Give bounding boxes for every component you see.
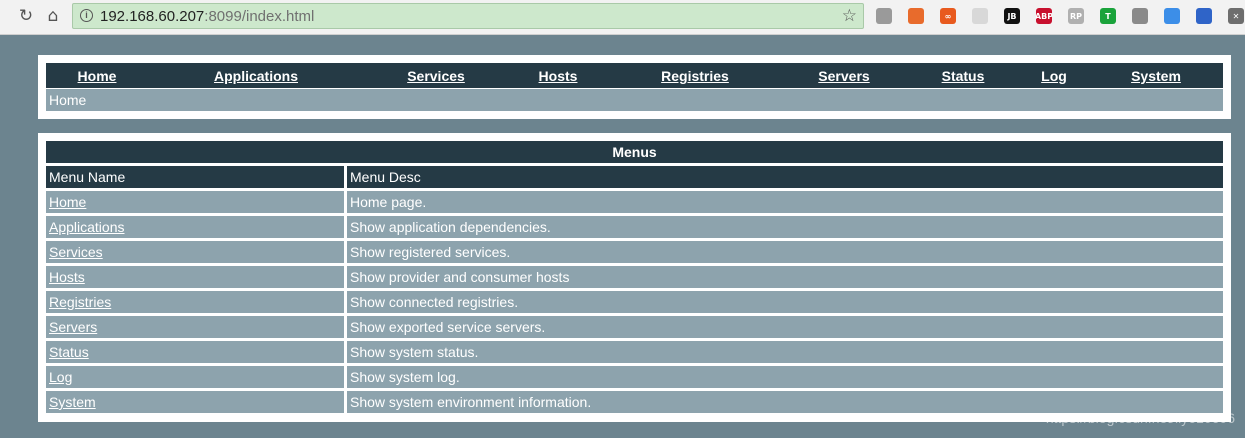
menu-desc-cell: Show provider and consumer hosts [347,266,1223,291]
header-menu-desc: Menu Desc [347,166,1223,191]
nav-link-hosts[interactable]: Hosts [539,68,578,84]
menu-name-cell: System [46,391,347,413]
nav-link-applications[interactable]: Applications [214,68,298,84]
menu-name-cell: Log [46,366,347,391]
menu-name-cell: Hosts [46,266,347,291]
infinity-extension-icon[interactable]: ∞ [940,8,956,24]
menus-panel: Menus Menu Name Menu Desc Home Home page.… [38,133,1231,422]
table-row: Log Show system log. [46,366,1223,391]
nav-link-status[interactable]: Status [942,68,985,84]
circle-extension-icon[interactable] [876,8,892,24]
page-extension-icon[interactable] [972,8,988,24]
nav-link-registries[interactable]: Registries [661,68,729,84]
table-row: Services Show registered services. [46,241,1223,266]
breadcrumb: Home [46,89,1223,111]
browser-toolbar: ↻ ⌂ i 192.168.60.207:8099/index.html ☆ ∞… [0,0,1245,35]
menu-name-cell: Servers [46,316,347,341]
nav-link-home[interactable]: Home [78,68,117,84]
url-text[interactable]: 192.168.60.207:8099/index.html [100,8,314,25]
menu-link-status[interactable]: Status [49,344,89,360]
abp-extension-icon[interactable]: ABP [1036,8,1052,24]
menu-link-hosts[interactable]: Hosts [49,269,85,285]
menu-link-log[interactable]: Log [49,369,72,385]
menu-desc-cell: Show system log. [347,366,1223,391]
url-path: :8099/index.html [204,8,315,25]
nav-link-services[interactable]: Services [407,68,465,84]
reload-icon[interactable]: ↻ [15,5,37,27]
menu-desc-cell: Show application dependencies. [347,216,1223,241]
watermark: https://blog.csdn.net/lly610606 [1045,410,1235,426]
table-row: Registries Show connected registries. [46,291,1223,316]
x-extension-icon[interactable]: ✕ [1228,8,1244,24]
grey-extension-icon[interactable] [1132,8,1148,24]
address-bar[interactable]: i 192.168.60.207:8099/index.html ☆ [72,3,864,29]
table-header-row: Menu Name Menu Desc [46,166,1223,191]
home-icon[interactable]: ⌂ [42,5,64,27]
menu-name-cell: Registries [46,291,347,316]
menu-link-system[interactable]: System [49,394,96,410]
menu-name-cell: Applications [46,216,347,241]
menu-link-servers[interactable]: Servers [49,319,97,335]
table-row: Hosts Show provider and consumer hosts [46,266,1223,291]
menu-desc-cell: Show system status. [347,341,1223,366]
menus-table: Menus Menu Name Menu Desc Home Home page.… [46,141,1223,413]
menu-desc-cell: Show exported service servers. [347,316,1223,341]
nav-link-system[interactable]: System [1131,68,1181,84]
jb-extension-icon[interactable]: JB [1004,8,1020,24]
url-host: 192.168.60.207 [100,8,205,25]
menu-desc-cell: Home page. [347,191,1223,216]
shield-extension-icon[interactable]: T [1100,8,1116,24]
menu-name-cell: Services [46,241,347,266]
info-icon[interactable]: i [80,9,93,22]
table-row: Servers Show exported service servers. [46,316,1223,341]
menu-desc-cell: Show connected registries. [347,291,1223,316]
table-row: Applications Show application dependencie… [46,216,1223,241]
blue-extension-icon[interactable] [1196,8,1212,24]
header-menu-name: Menu Name [46,166,347,191]
nav-link-servers[interactable]: Servers [818,68,869,84]
chrome-extension-icon[interactable] [1164,8,1180,24]
menu-link-services[interactable]: Services [49,244,103,260]
orange-extension-icon[interactable] [908,8,924,24]
nav-link-log[interactable]: Log [1041,68,1067,84]
navigation-panel: Home Applications Services Hosts Registries S… [38,55,1231,119]
menu-link-applications[interactable]: Applications [49,219,125,235]
menu-name-cell: Status [46,341,347,366]
menu-desc-cell: Show registered services. [347,241,1223,266]
bookmark-star-icon[interactable]: ☆ [842,6,857,26]
table-row: Status Show system status. [46,341,1223,366]
main-nav: Home Applications Services Hosts Registries S… [46,63,1223,88]
menu-name-cell: Home [46,191,347,216]
menus-title: Menus [46,141,1223,166]
menu-link-registries[interactable]: Registries [49,294,111,310]
rp-extension-icon[interactable]: RP [1068,8,1084,24]
menu-link-home[interactable]: Home [49,194,86,210]
table-row: Home Home page. [46,191,1223,216]
